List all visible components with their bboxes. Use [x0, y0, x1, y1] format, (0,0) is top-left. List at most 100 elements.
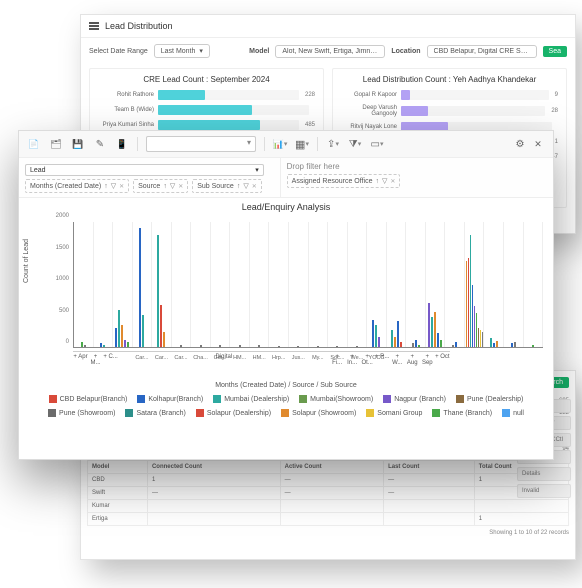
close-icon[interactable]	[531, 137, 545, 151]
table-row: CBD1——1	[88, 474, 569, 487]
export-icon[interactable]	[326, 137, 340, 151]
table-cell	[384, 513, 475, 526]
table-cell: —	[280, 474, 383, 487]
x-group[interactable]: + In...	[345, 351, 360, 365]
sort-icon[interactable]	[104, 183, 108, 190]
panel-title: CRE Lead Count : September 2024	[98, 75, 315, 84]
dimension-pill[interactable]: Months (Created Date)	[25, 179, 129, 193]
x-group[interactable]: + R...	[375, 351, 390, 365]
x-group[interactable]: + C...	[103, 351, 118, 365]
legend-item[interactable]: Pune (Showroom)	[48, 409, 115, 417]
layout-icon[interactable]	[370, 137, 384, 151]
table-header[interactable]: Active Count	[280, 461, 383, 474]
legend-item[interactable]: Mumbai (Dealership)	[213, 395, 289, 403]
sidebar-item[interactable]: Invalid	[517, 484, 571, 498]
x-group[interactable]: + M...	[88, 351, 103, 365]
dimension-pill[interactable]: Source	[133, 179, 188, 193]
legend-item[interactable]: Satara (Branch)	[125, 409, 185, 417]
hbar-value: 9	[555, 92, 558, 98]
dimension-pill[interactable]: Sub Source	[192, 179, 262, 193]
hbar-track	[158, 120, 299, 130]
sort-icon[interactable]	[237, 183, 241, 190]
bar-group: Soc...	[328, 222, 348, 347]
table-cell: —	[384, 474, 475, 487]
x-group[interactable]: + W...	[390, 351, 405, 365]
remove-icon[interactable]	[252, 183, 257, 190]
legend-item[interactable]: null	[502, 409, 524, 417]
x-group[interactable]: + Apr	[73, 351, 88, 365]
dimension-pill[interactable]: Assigned Resource Office	[287, 174, 401, 188]
device-icon[interactable]	[115, 137, 129, 151]
bar	[412, 343, 414, 347]
open-icon[interactable]	[49, 137, 63, 151]
x-group[interactable]: + Sep	[420, 351, 435, 365]
legend-label: Somani Group	[377, 410, 422, 417]
filter-icon[interactable]	[170, 182, 175, 190]
sort-icon[interactable]	[375, 178, 379, 185]
date-range-select[interactable]: Last Month ▾	[154, 44, 210, 58]
legend-item[interactable]: Mumbai(Showroom)	[299, 395, 373, 403]
bar-group: Jus...	[289, 222, 309, 347]
search-button[interactable]: Sea	[543, 46, 567, 57]
x-group[interactable]: + Oct	[435, 351, 450, 365]
table-header[interactable]: Model	[88, 461, 148, 474]
legend-item[interactable]: Solapur (Dealership)	[196, 409, 271, 417]
filter-icon[interactable]	[382, 177, 387, 185]
model-label: Model	[249, 48, 269, 55]
legend-swatch-icon	[432, 409, 440, 417]
bar	[157, 235, 159, 348]
location-label: Location	[391, 48, 420, 55]
values-field-select[interactable]: Lead ▾	[25, 164, 264, 176]
filter-icon[interactable]	[243, 182, 248, 190]
bar-group: YOCC	[367, 222, 387, 347]
gear-icon[interactable]	[513, 137, 527, 151]
legend-item[interactable]: CBD Belapur(Branch)	[49, 395, 128, 403]
table-header[interactable]: Last Count	[384, 461, 475, 474]
remove-icon[interactable]	[390, 178, 395, 185]
legend-label: Solapur (Dealership)	[207, 410, 271, 417]
legend-item[interactable]: Solapur (Showroom)	[281, 409, 356, 417]
legend-item[interactable]: Somani Group	[366, 409, 422, 417]
bar-group: We...	[348, 222, 368, 347]
legend-item[interactable]: Nagpur (Branch)	[383, 395, 446, 403]
legend-swatch-icon	[281, 409, 289, 417]
location-select[interactable]: CBD Belapur, Digital CRE Soma...	[427, 45, 537, 58]
remove-icon[interactable]	[178, 183, 183, 190]
table-row: Ertiga1	[88, 513, 569, 526]
bar-group: Car...	[172, 222, 192, 347]
bar	[394, 337, 396, 347]
table-header[interactable]: Connected Count	[147, 461, 280, 474]
edit-icon[interactable]	[93, 137, 107, 151]
hbar-row: Gopal R Kapoor9	[341, 90, 558, 100]
app-title: Lead Distribution	[105, 21, 173, 31]
filter-icon[interactable]	[348, 137, 362, 151]
bar	[468, 258, 469, 347]
x-group[interactable]: + Ot...	[360, 351, 375, 365]
new-icon[interactable]	[27, 137, 41, 151]
plot-area: Car...Car...Car...Cha...Clo...HM...HM...…	[73, 222, 543, 348]
x-group[interactable]: + Aug	[405, 351, 420, 365]
legend-item[interactable]: Pune (Dealership)	[456, 395, 523, 403]
legend-item[interactable]: Thane (Branch)	[432, 409, 492, 417]
report-select[interactable]	[146, 136, 256, 152]
x-group[interactable]: Digital	[118, 351, 330, 365]
pager-text: Showing 1 to 10 of 22 records	[87, 530, 569, 536]
bar	[118, 310, 120, 348]
remove-icon[interactable]	[119, 183, 124, 190]
table-view-icon[interactable]	[295, 137, 309, 151]
table-cell: Swift	[88, 487, 148, 500]
bar	[478, 328, 479, 347]
save-icon[interactable]	[71, 137, 85, 151]
model-select[interactable]: Alot, New Swift, Ertiga, Jimny, ...	[275, 45, 385, 58]
filter-bar: Select Date Range Last Month ▾ Model Alo…	[81, 38, 575, 64]
filter-icon[interactable]	[111, 182, 116, 190]
table-cell: CBD	[88, 474, 148, 487]
chart-type-icon[interactable]	[273, 137, 287, 151]
sidebar-item[interactable]: Details	[517, 467, 571, 481]
sort-icon[interactable]	[163, 183, 167, 190]
x-group[interactable]: + Fi...	[330, 351, 345, 365]
menu-icon[interactable]	[89, 22, 99, 30]
hbar-row: Rohit Rathore228	[98, 90, 315, 100]
legend-item[interactable]: Kolhapur(Branch)	[137, 395, 203, 403]
bar	[239, 345, 241, 348]
